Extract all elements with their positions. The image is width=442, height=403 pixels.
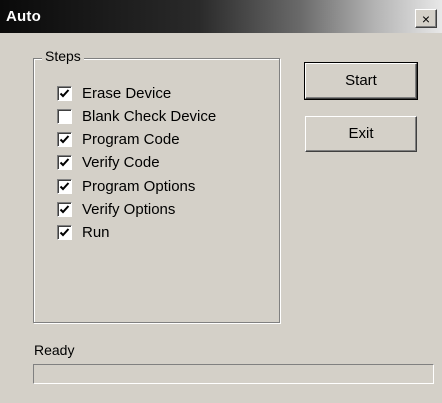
step-verify-options[interactable]: Verify Options [57, 200, 175, 218]
exit-button[interactable]: Exit [305, 116, 417, 152]
step-label: Verify Code [82, 153, 160, 171]
step-blank-check-device[interactable]: Blank Check Device [57, 107, 216, 125]
step-program-options[interactable]: Program Options [57, 177, 195, 195]
step-label: Program Options [82, 177, 196, 195]
step-label: Blank Check Device [82, 107, 217, 125]
step-verify-code[interactable]: Verify Code [57, 153, 160, 171]
check-icon [59, 181, 70, 190]
close-icon: × [421, 11, 431, 27]
window-title: Auto [6, 8, 41, 25]
verify-options-checkbox[interactable] [57, 201, 72, 217]
program-options-checkbox[interactable] [57, 178, 72, 194]
check-icon [59, 227, 70, 236]
program-code-checkbox[interactable] [57, 131, 72, 147]
step-label: Erase Device [82, 84, 172, 102]
check-icon [59, 204, 70, 213]
step-run[interactable]: Run [57, 223, 110, 241]
start-button[interactable]: Start [304, 62, 418, 100]
close-button[interactable]: × [415, 9, 437, 28]
check-icon [59, 88, 70, 97]
run-checkbox[interactable] [57, 224, 72, 240]
step-erase-device[interactable]: Erase Device [57, 84, 171, 102]
check-icon [59, 157, 70, 166]
status-text: Ready [34, 342, 75, 358]
step-label: Verify Options [82, 200, 176, 218]
steps-group-label: Steps [42, 48, 84, 64]
erase-device-checkbox[interactable] [57, 85, 72, 101]
check-icon [59, 134, 70, 143]
title-bar: Auto × [0, 0, 442, 33]
step-program-code[interactable]: Program Code [57, 130, 180, 148]
blank-check-device-checkbox[interactable] [57, 108, 72, 124]
progress-bar [33, 364, 434, 384]
step-label: Run [82, 223, 110, 241]
step-label: Program Code [82, 130, 180, 148]
verify-code-checkbox[interactable] [57, 154, 72, 170]
